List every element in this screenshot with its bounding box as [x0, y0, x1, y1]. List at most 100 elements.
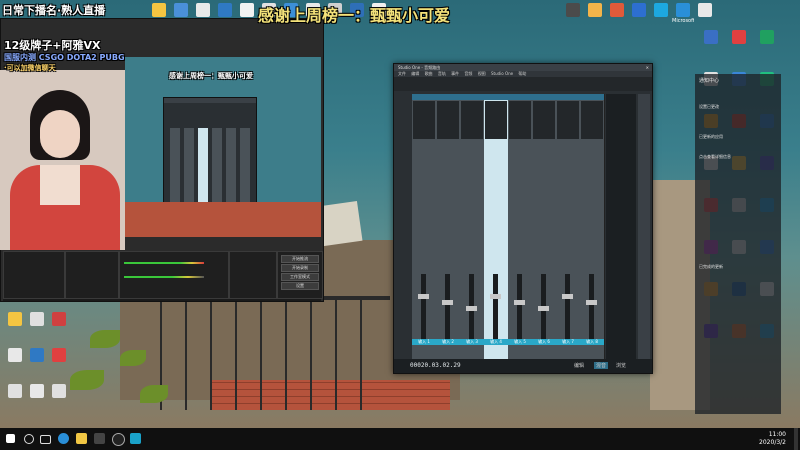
tab-edit[interactable]: 编辑 [574, 362, 584, 369]
channel-name[interactable]: 输入 2 [436, 339, 460, 345]
desktop-icon[interactable] [192, 3, 214, 18]
notification-line-3[interactable]: 点击查看详细信息 [699, 154, 777, 160]
search-icon[interactable] [24, 434, 34, 444]
menu-audio[interactable]: 音频 [460, 71, 472, 76]
start-recording-button[interactable]: 开始录制 [281, 264, 319, 272]
taskbar[interactable]: 11:00 2020/3/2 [0, 428, 800, 450]
channel-fader[interactable] [562, 274, 573, 339]
channel-name[interactable]: 输入 3 [460, 339, 484, 345]
taskbar-clock[interactable]: 11:00 2020/3/2 [759, 431, 786, 447]
channel-name[interactable]: 输入 6 [532, 339, 556, 345]
insert-slots[interactable] [437, 101, 459, 139]
channel-header[interactable] [580, 94, 604, 100]
fader-knob[interactable] [418, 294, 429, 299]
edge-icon[interactable] [58, 433, 69, 444]
desktop-icon[interactable] [48, 384, 70, 399]
desktop-icon[interactable] [694, 3, 716, 18]
fader-knob[interactable] [442, 300, 453, 305]
tab-browse[interactable]: 浏览 [616, 362, 626, 369]
channel-fader[interactable] [586, 274, 597, 339]
show-desktop-button[interactable] [794, 428, 798, 450]
fader-knob[interactable] [562, 294, 573, 299]
channel-header[interactable] [532, 94, 556, 100]
menu-track[interactable]: 音轨 [434, 71, 446, 76]
studio-one-icon[interactable] [130, 433, 141, 444]
insert-slots[interactable] [557, 101, 579, 139]
obs-preview[interactable]: 感谢上周榜一：甄甄小可爱 [125, 57, 321, 237]
desktop-icon[interactable] [148, 3, 170, 18]
obs-mixer-panel[interactable] [119, 251, 229, 299]
obs-sources-panel[interactable] [65, 251, 119, 299]
desktop-icon[interactable] [26, 384, 48, 399]
desktop-icon[interactable]: Microsoft Edge [672, 3, 694, 24]
channel-header[interactable] [436, 94, 460, 100]
desktop-icon[interactable] [4, 384, 26, 399]
channel-header[interactable] [484, 94, 508, 100]
store-icon[interactable] [94, 433, 105, 444]
action-center-panel[interactable]: 通知中心 设置已更改 已更新的应用 点击查看详细信息 已完成的更新 [695, 74, 781, 414]
start-streaming-button[interactable]: 开始推流 [281, 255, 319, 263]
insert-slots[interactable] [509, 101, 531, 139]
desktop-icon[interactable] [214, 3, 236, 18]
studio-one-window[interactable]: Studio One - 音频路由 ✕ 文件 编辑 歌曲 音轨 事件 音频 视图… [393, 63, 653, 374]
channel-header[interactable] [460, 94, 484, 100]
desktop-icon[interactable] [728, 30, 750, 45]
desktop-icon[interactable] [606, 3, 628, 18]
menu-studio-one[interactable]: Studio One [487, 71, 513, 76]
desktop-icon[interactable] [562, 3, 584, 18]
master-fader-strip[interactable] [638, 94, 650, 359]
insert-slots[interactable] [461, 101, 483, 139]
insert-slots[interactable] [485, 101, 507, 139]
settings-button[interactable]: 设置 [281, 282, 319, 290]
desktop-icon[interactable] [236, 3, 258, 18]
channel-name[interactable]: 输入 5 [508, 339, 532, 345]
fader-knob[interactable] [490, 294, 501, 299]
fader-knob[interactable] [586, 300, 597, 305]
menu-file[interactable]: 文件 [394, 71, 406, 76]
desktop-icon[interactable] [756, 30, 778, 45]
fader-knob[interactable] [538, 306, 549, 311]
windows-icon[interactable] [6, 434, 15, 443]
notification-line-1[interactable]: 设置已更改 [699, 104, 777, 110]
mixer-channel-strip[interactable]: 输入 6 [532, 94, 557, 359]
obs-controls-panel[interactable]: 开始推流 开始录制 工作室模式 设置 [277, 251, 323, 299]
desktop-icon[interactable] [584, 3, 606, 18]
studio-mode-button[interactable]: 工作室模式 [281, 273, 319, 281]
desktop-icon[interactable] [170, 3, 192, 18]
desktop-icon[interactable] [4, 348, 26, 363]
channel-header[interactable] [412, 94, 436, 100]
desktop-icon[interactable] [650, 3, 672, 18]
channel-header[interactable] [556, 94, 580, 100]
desktop-icon[interactable] [26, 348, 48, 363]
desktop-icon[interactable] [4, 312, 26, 327]
explorer-icon[interactable] [76, 433, 87, 444]
insert-slots[interactable] [413, 101, 435, 139]
channel-name[interactable]: 输入 8 [580, 339, 604, 345]
studio-one-titlebar[interactable]: Studio One - 音频路由 ✕ [394, 64, 652, 71]
fader-knob[interactable] [514, 300, 525, 305]
mixer-channel-strip[interactable]: 输入 5 [508, 94, 533, 359]
insert-slots[interactable] [533, 101, 555, 139]
mixer-channel-strip[interactable]: 输入 2 [436, 94, 461, 359]
desktop-icon[interactable] [628, 3, 650, 18]
mixer-channel-strip[interactable]: 输入 3 [460, 94, 485, 359]
close-icon[interactable]: ✕ [646, 64, 649, 71]
mixer-channel-strip[interactable]: 输入 8 [580, 94, 605, 359]
notification-line-2[interactable]: 已更新的应用 [699, 134, 777, 140]
fader-knob[interactable] [466, 306, 477, 311]
obs-icon[interactable] [112, 433, 125, 446]
obs-scenes-panel[interactable] [3, 251, 65, 299]
channel-name[interactable]: 输入 1 [412, 339, 436, 345]
tab-mix[interactable]: 混音 [594, 362, 609, 369]
channel-fader[interactable] [490, 274, 501, 339]
channel-fader[interactable] [538, 274, 549, 339]
task-view-icon[interactable] [40, 435, 51, 444]
obs-transitions-panel[interactable] [229, 251, 277, 299]
channel-fader[interactable] [418, 274, 429, 339]
mixer-channel-strip[interactable]: 输入 1 [412, 94, 437, 359]
channel-fader[interactable] [466, 274, 477, 339]
menu-edit[interactable]: 编辑 [407, 71, 419, 76]
mixer-channel-strip[interactable]: 输入 4 [484, 94, 509, 359]
desktop-icon[interactable] [48, 348, 70, 363]
desktop-icon[interactable] [700, 30, 722, 45]
